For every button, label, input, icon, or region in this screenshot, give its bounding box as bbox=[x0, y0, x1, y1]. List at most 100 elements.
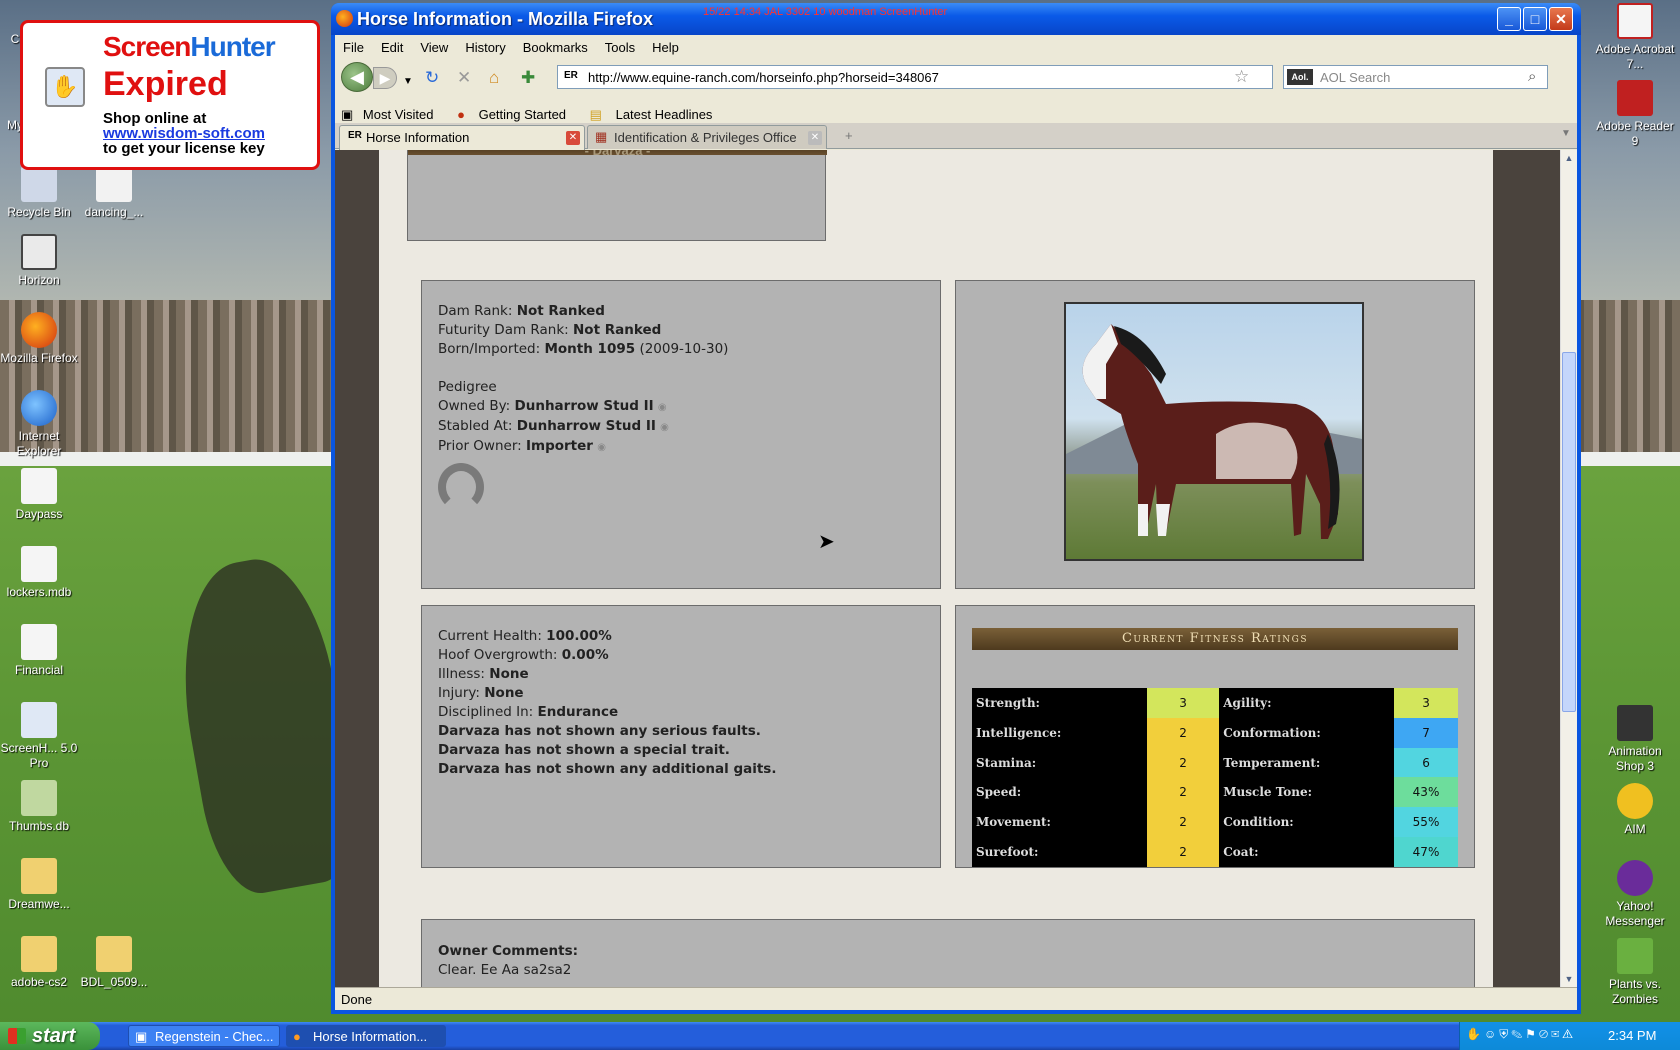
bookmark-star-icon[interactable]: ☆ bbox=[1234, 67, 1249, 87]
mouse-cursor-icon: ➤ bbox=[818, 531, 835, 553]
menu-view[interactable]: View bbox=[420, 40, 448, 55]
menu-help[interactable]: Help bbox=[652, 40, 679, 55]
menu-bookmarks[interactable]: Bookmarks bbox=[523, 40, 588, 55]
desktop-icon-horizon[interactable]: Horizon bbox=[0, 234, 78, 288]
rating-label: Strength: bbox=[976, 695, 1040, 710]
maximize-button[interactable]: □ bbox=[1523, 7, 1547, 31]
reload-icon[interactable]: ↻ bbox=[425, 69, 439, 86]
scrollbar-thumb[interactable] bbox=[1562, 352, 1576, 712]
table-row: Surefoot: 2 Coat: 47% bbox=[972, 837, 1458, 867]
new-tab-icon[interactable]: + bbox=[845, 128, 853, 143]
tab-horse-information[interactable]: ER Horse Information ✕ bbox=[339, 125, 585, 150]
desktop-icon-bdl[interactable]: BDL_0509... bbox=[75, 936, 153, 990]
start-button[interactable]: start bbox=[0, 1022, 100, 1050]
navigation-toolbar: ◀ ▶ ▼ ↻ ✕ ⌂ ✚ ER http://www.equine-ranch… bbox=[335, 59, 1577, 95]
rating-value: 2 bbox=[1146, 777, 1220, 808]
status-text: Done bbox=[341, 992, 373, 1007]
desktop-icon-internet-explorer[interactable]: Internet Explorer bbox=[0, 390, 78, 459]
search-bar[interactable]: Aol. AOL Search ⌕ bbox=[1283, 65, 1548, 89]
back-button[interactable]: ◀ bbox=[341, 62, 373, 92]
rating-label: Movement: bbox=[976, 815, 1051, 830]
table-row: Stamina: 2 Temperament: 6 bbox=[972, 747, 1458, 778]
taskbar-item-regenstein[interactable]: ▣ Regenstein - Chec... bbox=[128, 1025, 280, 1047]
menu-tools[interactable]: Tools bbox=[605, 40, 635, 55]
scroll-up-arrow-icon[interactable]: ▲ bbox=[1562, 150, 1576, 166]
url-bar[interactable]: ER http://www.equine-ranch.com/horseinfo… bbox=[557, 65, 1273, 89]
desktop-icon-adobe-reader[interactable]: Adobe Reader 9 bbox=[1594, 80, 1676, 149]
desktop-icon-aim[interactable]: AIM bbox=[1594, 783, 1676, 837]
desktop-icon-firefox[interactable]: Mozilla Firefox bbox=[0, 312, 78, 366]
adobe-acrobat-icon bbox=[1617, 3, 1653, 39]
profile-eye-icon[interactable]: ◉ bbox=[660, 422, 669, 433]
bookmark-getting-started[interactable]: ● Getting Started bbox=[451, 102, 570, 122]
horse-details-panel: Dam Rank: Not Ranked Futurity Dam Rank: … bbox=[421, 280, 941, 589]
desktop-icon-yahoo-messenger[interactable]: Yahoo! Messenger bbox=[1594, 860, 1676, 929]
fitness-ratings-header: Current Fitness Ratings bbox=[972, 628, 1458, 650]
rating-label: Condition: bbox=[1223, 815, 1294, 830]
vertical-scrollbar[interactable]: ▲ ▼ bbox=[1560, 150, 1577, 987]
stop-icon[interactable]: ✕ bbox=[457, 69, 471, 86]
add-bookmark-icon[interactable]: ✚ bbox=[521, 69, 535, 86]
wisdom-soft-link[interactable]: www.wisdom-soft.com bbox=[103, 126, 265, 141]
desktop-icon-screenhunter[interactable]: ScreenH... 5.0 Pro bbox=[0, 702, 78, 771]
menu-file[interactable]: File bbox=[343, 40, 364, 55]
taskbar-item-horse-information[interactable]: ● Horse Information... bbox=[286, 1025, 446, 1047]
prior-owner-link[interactable]: Importer bbox=[526, 438, 593, 454]
desktop-icon-plants-vs-zombies[interactable]: Plants vs. Zombies bbox=[1594, 938, 1676, 1007]
desktop-icon-recycle-bin[interactable]: Recycle Bin bbox=[0, 166, 78, 220]
injury: Injury: None bbox=[438, 685, 524, 701]
desktop-icon-thumbs-db[interactable]: Thumbs.db bbox=[0, 780, 78, 834]
close-tab-icon[interactable]: ✕ bbox=[808, 131, 822, 145]
forward-button[interactable]: ▶ bbox=[373, 67, 397, 89]
hand-icon: ✋ bbox=[45, 67, 85, 107]
firefox-icon: ● bbox=[293, 1029, 301, 1044]
born-imported: Born/Imported: Month 1095 (2009-10-30) bbox=[438, 341, 729, 357]
desktop-icon-animation-shop[interactable]: Animation Shop 3 bbox=[1594, 705, 1676, 774]
scroll-down-arrow-icon[interactable]: ▼ bbox=[1562, 971, 1576, 987]
profile-eye-icon[interactable]: ◉ bbox=[597, 442, 606, 453]
home-icon[interactable]: ⌂ bbox=[489, 69, 499, 86]
desktop-icon-dancing[interactable]: dancing_... bbox=[75, 166, 153, 220]
trait-note: Darvaza has not shown a special trait. bbox=[438, 742, 730, 758]
search-icon[interactable]: ⌕ bbox=[1528, 68, 1536, 85]
menu-history[interactable]: History bbox=[465, 40, 505, 55]
close-window-button[interactable]: ✕ bbox=[1549, 7, 1573, 31]
illness: Illness: None bbox=[438, 666, 529, 682]
menu-edit[interactable]: Edit bbox=[381, 40, 403, 55]
aol-search-engine-icon[interactable]: Aol. bbox=[1287, 69, 1313, 85]
rating-value: 2 bbox=[1146, 717, 1220, 748]
tray-icons[interactable]: ✋☺⛨✎⚑⊘✉⚠ bbox=[1466, 1027, 1576, 1042]
stable-link[interactable]: Dunharrow Stud II bbox=[517, 418, 656, 434]
window-titlebar[interactable]: Horse Information - Mozilla Firefox 15/2… bbox=[331, 3, 1581, 35]
internet-explorer-icon bbox=[21, 390, 57, 426]
desktop-icon-financial[interactable]: Financial bbox=[0, 624, 78, 678]
windows-logo-icon bbox=[8, 1028, 26, 1044]
pedigree-link[interactable]: Pedigree bbox=[438, 378, 924, 397]
faults-note: Darvaza has not shown any serious faults… bbox=[438, 723, 761, 739]
desktop-icon-daypass[interactable]: Daypass bbox=[0, 468, 78, 522]
site-favicon: ER bbox=[348, 130, 362, 141]
minimize-button[interactable]: _ bbox=[1497, 7, 1521, 31]
bookmarks-toolbar: ▣ Most Visited ● Getting Started ▤ Lates… bbox=[335, 97, 1577, 123]
desktop-icon-dreamweaver[interactable]: Dreamwe... bbox=[0, 858, 78, 912]
rating-value: 47% bbox=[1394, 837, 1458, 867]
system-tray: ✋☺⛨✎⚑⊘✉⚠ 2:34 PM bbox=[1459, 1022, 1680, 1050]
disciplined-in: Disciplined In: Endurance bbox=[438, 704, 619, 720]
owned-by: Owned By: Dunharrow Stud II ◉ bbox=[438, 398, 667, 414]
tab-list-icon[interactable]: ▼ bbox=[1561, 128, 1571, 139]
desktop-icon-lockers-mdb[interactable]: lockers.mdb bbox=[0, 546, 78, 600]
tab-identification-privileges[interactable]: ▦ Identification & Privileges Office ✕ bbox=[587, 125, 827, 149]
history-dropdown-icon[interactable]: ▼ bbox=[403, 73, 413, 90]
bookmark-latest-headlines[interactable]: ▤ Latest Headlines bbox=[584, 102, 717, 123]
close-tab-icon[interactable]: ✕ bbox=[566, 131, 580, 145]
profile-eye-icon[interactable]: ◉ bbox=[658, 402, 667, 413]
desktop-icon-acrobat[interactable]: Adobe Acrobat 7... bbox=[1594, 3, 1676, 72]
bookmark-most-visited[interactable]: ▣ Most Visited bbox=[341, 102, 437, 123]
table-row: Speed: 2 Muscle Tone: 43% bbox=[972, 777, 1458, 808]
rating-label: Coat: bbox=[1223, 845, 1259, 860]
owner-link[interactable]: Dunharrow Stud II bbox=[515, 398, 654, 414]
horizon-icon bbox=[21, 234, 57, 270]
screenhunter-expired-banner: ✋ ScreenHunter Expired Shop online at ww… bbox=[20, 20, 320, 170]
owner-comments-panel: Owner Comments: Clear. Ee Aa sa2sa2 bbox=[421, 919, 1475, 987]
desktop-icon-adobe-cs2[interactable]: adobe-cs2 bbox=[0, 936, 78, 990]
